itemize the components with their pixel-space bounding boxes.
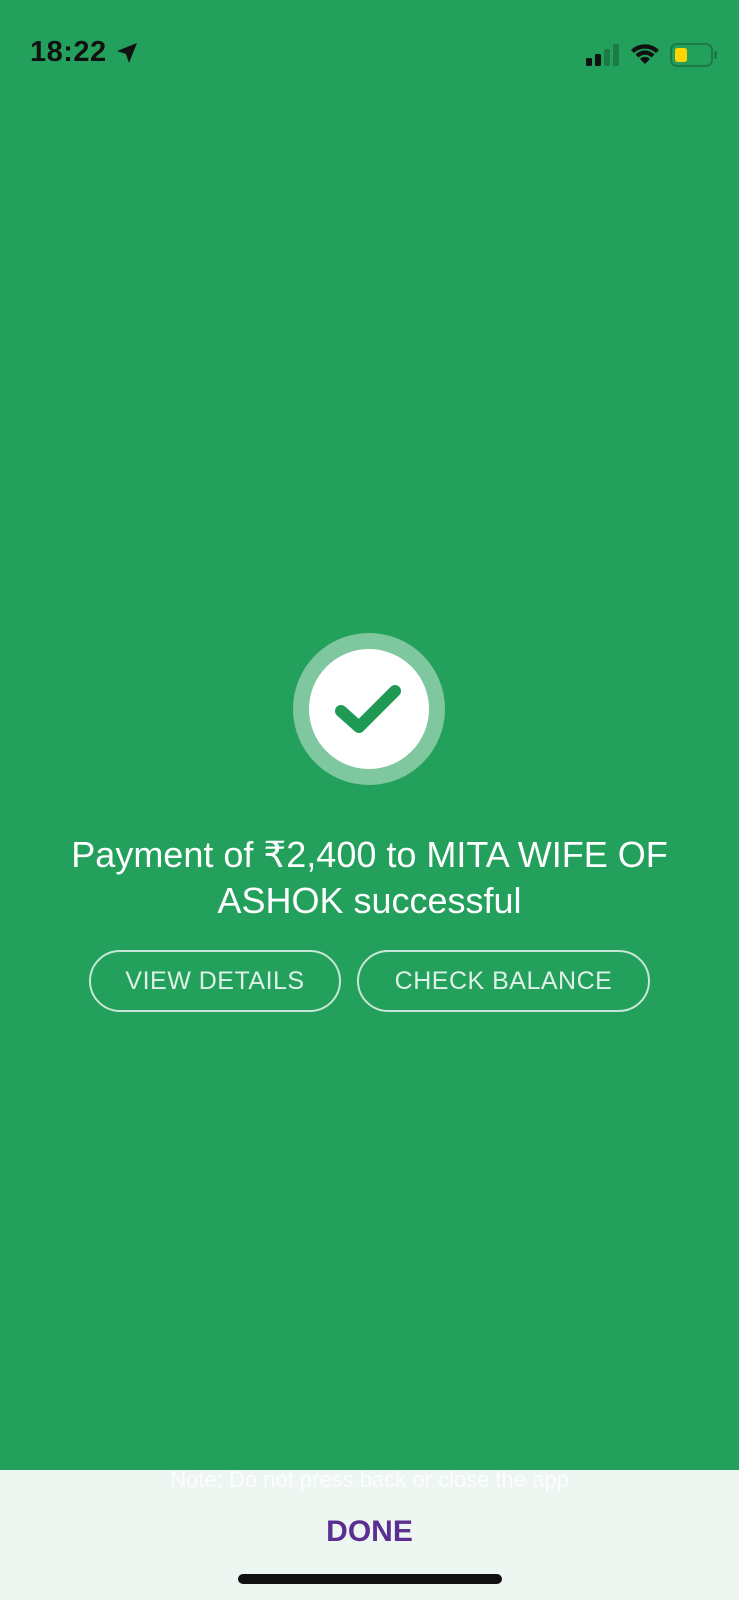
- success-badge-inner: [309, 649, 429, 769]
- payment-success-message: Payment of ₹2,400 to MITA WIFE OF ASHOK …: [71, 834, 668, 921]
- status-time: 18:22: [30, 36, 107, 68]
- check-icon: [335, 685, 401, 733]
- battery-icon: [670, 43, 717, 67]
- location-arrow-icon: [117, 43, 137, 63]
- success-badge: [293, 633, 445, 785]
- done-button[interactable]: DONE: [0, 1515, 739, 1549]
- check-balance-button[interactable]: CHECK BALANCE: [357, 950, 650, 1012]
- home-indicator[interactable]: [238, 1574, 502, 1584]
- wifi-icon: [631, 44, 659, 64]
- cellular-signal-icon: [586, 44, 619, 66]
- payment-success-screen: 18:22 Payment of ₹2,400 to MITA WIFE OF …: [0, 0, 739, 1600]
- view-details-button[interactable]: VIEW DETAILS: [89, 950, 341, 1012]
- status-bar: 18:22: [0, 0, 739, 110]
- footer-note: Note: Do not press back or close the app: [170, 1467, 569, 1492]
